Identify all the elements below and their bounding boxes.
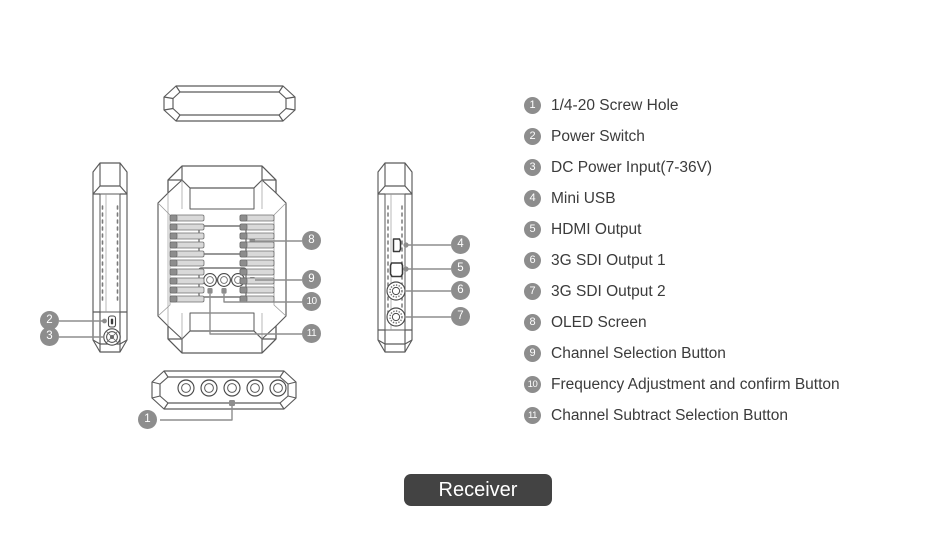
- top-view: [163, 85, 296, 122]
- callout-badge-11[interactable]: 11: [302, 324, 321, 343]
- legend-badge-11: 11: [524, 407, 541, 424]
- bottom-view: [151, 370, 297, 410]
- left-side-view: [92, 162, 128, 353]
- legend-item-7[interactable]: 7 3G SDI Output 2: [524, 276, 944, 307]
- callout-badge-1[interactable]: 1: [138, 410, 157, 429]
- legend-label-3: DC Power Input(7-36V): [551, 158, 713, 176]
- legend-label-5: HDMI Output: [551, 220, 642, 238]
- quarter-twenty-screw-hole: [177, 379, 287, 397]
- callout-badge-5[interactable]: 5: [451, 259, 470, 278]
- callout-badge-4[interactable]: 4: [451, 235, 470, 254]
- legend-label-7: 3G SDI Output 2: [551, 282, 666, 300]
- legend-badge-5: 5: [524, 221, 541, 238]
- legend-label-6: 3G SDI Output 1: [551, 251, 666, 269]
- callout-badge-3[interactable]: 3: [40, 327, 59, 346]
- back-view: [157, 165, 287, 354]
- legend-item-8[interactable]: 8 OLED Screen: [524, 307, 944, 338]
- legend-item-10[interactable]: 10 Frequency Adjustment and confirm Butt…: [524, 369, 944, 400]
- callout-badge-8[interactable]: 8: [302, 231, 321, 250]
- sdi-output-1: [386, 281, 406, 301]
- legend-badge-1: 1: [524, 97, 541, 114]
- sdi-output-2: [386, 307, 406, 327]
- power-switch: [107, 315, 117, 328]
- callout-badge-9[interactable]: 9: [302, 270, 321, 289]
- legend-label-1: 1/4-20 Screw Hole: [551, 96, 679, 114]
- legend-label-2: Power Switch: [551, 127, 645, 145]
- legend-label-10: Frequency Adjustment and confirm Button: [551, 375, 840, 393]
- oled-screen: [198, 225, 247, 255]
- legend-badge-9: 9: [524, 345, 541, 362]
- legend-badge-7: 7: [524, 283, 541, 300]
- right-side-view: [377, 162, 413, 353]
- heatsink-fins-left: [169, 214, 205, 303]
- legend-item-6[interactable]: 6 3G SDI Output 1: [524, 245, 944, 276]
- legend-badge-2: 2: [524, 128, 541, 145]
- callout-badge-7[interactable]: 7: [451, 307, 470, 326]
- legend-item-3[interactable]: 3 DC Power Input(7-36V): [524, 152, 944, 183]
- legend-item-5[interactable]: 5 HDMI Output: [524, 214, 944, 245]
- legend-list: 1 1/4-20 Screw Hole 2 Power Switch 3 DC …: [524, 90, 944, 431]
- legend-badge-6: 6: [524, 252, 541, 269]
- mini-usb-port: [392, 238, 402, 253]
- device-label-pill: Receiver: [404, 474, 552, 506]
- dc-power-input: [103, 328, 121, 346]
- legend-label-4: Mini USB: [551, 189, 616, 207]
- legend-label-11: Channel Subtract Selection Button: [551, 406, 788, 424]
- legend-badge-10: 10: [524, 376, 541, 393]
- legend-item-11[interactable]: 11 Channel Subtract Selection Button: [524, 400, 944, 431]
- legend-label-8: OLED Screen: [551, 313, 647, 331]
- legend-label-9: Channel Selection Button: [551, 344, 726, 362]
- legend-item-1[interactable]: 1 1/4-20 Screw Hole: [524, 90, 944, 121]
- callout-badge-6[interactable]: 6: [451, 281, 470, 300]
- legend-badge-4: 4: [524, 190, 541, 207]
- heatsink-fins-right: [239, 214, 275, 303]
- legend-item-4[interactable]: 4 Mini USB: [524, 183, 944, 214]
- hdmi-port: [389, 262, 404, 278]
- legend-badge-8: 8: [524, 314, 541, 331]
- legend-badge-3: 3: [524, 159, 541, 176]
- legend-item-2[interactable]: 2 Power Switch: [524, 121, 944, 152]
- callout-badge-10[interactable]: 10: [302, 292, 321, 311]
- legend-item-9[interactable]: 9 Channel Selection Button: [524, 338, 944, 369]
